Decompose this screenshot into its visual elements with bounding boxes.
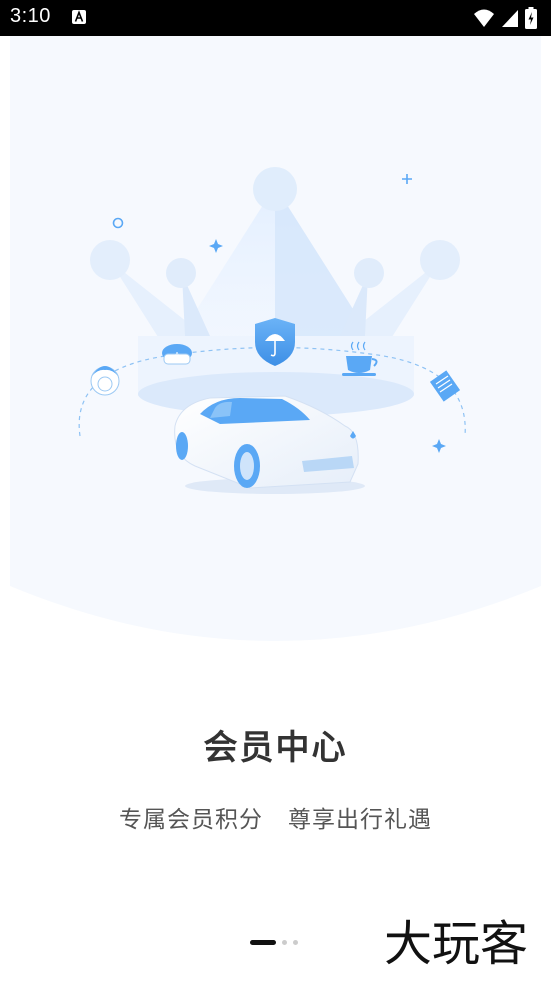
watermark-text: 大玩客 bbox=[384, 916, 528, 972]
hero-illustration: A bbox=[0, 36, 551, 656]
onboarding-screen: 3:10 A 会员中心 专属会员积分 尊享出行礼遇 大玩客 bbox=[0, 0, 551, 981]
hero-background: A bbox=[10, 36, 541, 641]
status-time: 3:10 bbox=[10, 5, 51, 27]
cell-signal-icon bbox=[502, 10, 518, 27]
page-indicator-dot-active bbox=[250, 940, 276, 945]
wifi-icon bbox=[474, 9, 494, 27]
page-title: 会员中心 bbox=[203, 728, 348, 768]
battery-charging-icon bbox=[525, 7, 537, 29]
font-a-icon bbox=[72, 10, 86, 24]
watermark-logo: 大玩客 bbox=[384, 916, 528, 972]
page-subtitle: 专属会员积分 尊享出行礼遇 bbox=[119, 807, 432, 833]
status-bar: 3:10 bbox=[0, 0, 551, 36]
page-indicator-dot bbox=[282, 940, 287, 945]
page-indicator bbox=[250, 940, 298, 945]
page-indicator-dot bbox=[293, 940, 298, 945]
svg-text:A: A bbox=[175, 351, 180, 359]
service-person-icon bbox=[90, 366, 120, 396]
status-icons bbox=[473, 7, 537, 29]
driver-cap-icon: A bbox=[162, 344, 192, 365]
